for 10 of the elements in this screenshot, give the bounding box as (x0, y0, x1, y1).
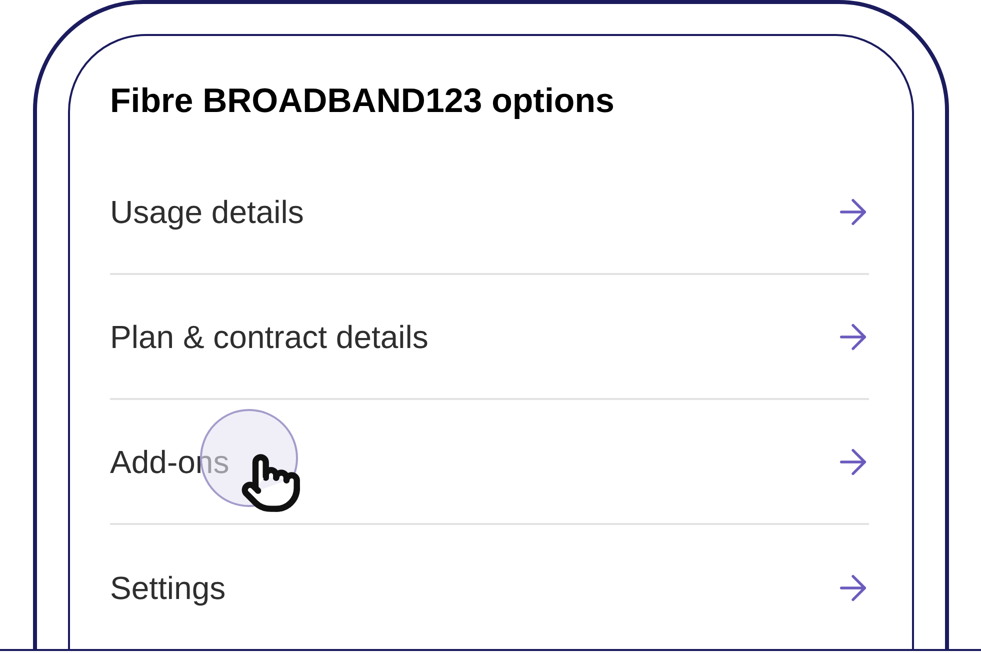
menu-item[interactable]: Plan & contract details (110, 275, 869, 400)
menu-item[interactable]: Usage details (110, 150, 869, 275)
menu-item[interactable]: Settings (110, 525, 869, 649)
menu-item-label: Plan & contract details (110, 318, 428, 356)
menu-item-label: Add-ons (110, 442, 230, 482)
menu-item-label: Usage details (110, 192, 304, 232)
menu-item-label: Settings (110, 568, 226, 608)
page-title: Fibre BROADBAND123 options (110, 81, 616, 122)
menu-item[interactable]: Add-ons (110, 400, 869, 525)
hand-pointer-icon (240, 452, 302, 514)
